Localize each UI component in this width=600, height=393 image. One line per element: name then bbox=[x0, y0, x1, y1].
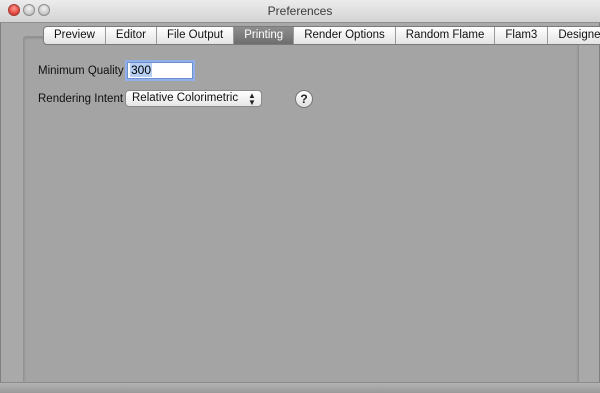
rendering-intent-value: Relative Colorimetric bbox=[132, 92, 239, 104]
help-button[interactable]: ? bbox=[295, 90, 313, 108]
tab-flam3[interactable]: Flam3 bbox=[494, 27, 547, 44]
tab-editor[interactable]: Editor bbox=[104, 27, 156, 44]
window-title: Preferences bbox=[267, 4, 333, 18]
tab-printing[interactable]: Printing bbox=[233, 27, 294, 44]
popup-arrows-icon: ▲ ▼ bbox=[248, 91, 256, 107]
tab-bar: Preview Editor File Output Printing Rend… bbox=[43, 26, 600, 45]
minimum-quality-label: Minimum Quality bbox=[38, 65, 124, 77]
tab-preview[interactable]: Preview bbox=[44, 27, 105, 44]
preferences-window: Preferences Preview Editor File Output P… bbox=[0, 0, 600, 393]
title-bar[interactable]: Preferences bbox=[0, 0, 600, 23]
rendering-intent-label: Rendering Intent bbox=[38, 93, 124, 105]
rendering-intent-popup[interactable]: Relative Colorimetric ▲ ▼ bbox=[125, 90, 262, 107]
window-bottom-bar bbox=[0, 382, 600, 393]
tab-random-flame[interactable]: Random Flame bbox=[394, 27, 495, 44]
tab-render-options[interactable]: Render Options bbox=[293, 27, 395, 44]
tab-designer[interactable]: Designer bbox=[547, 27, 600, 44]
tab-content-panel bbox=[23, 36, 579, 384]
minimum-quality-field[interactable]: 300 bbox=[127, 62, 193, 79]
minimum-quality-value[interactable]: 300 bbox=[130, 63, 153, 77]
tab-file-output[interactable]: File Output bbox=[155, 27, 233, 44]
